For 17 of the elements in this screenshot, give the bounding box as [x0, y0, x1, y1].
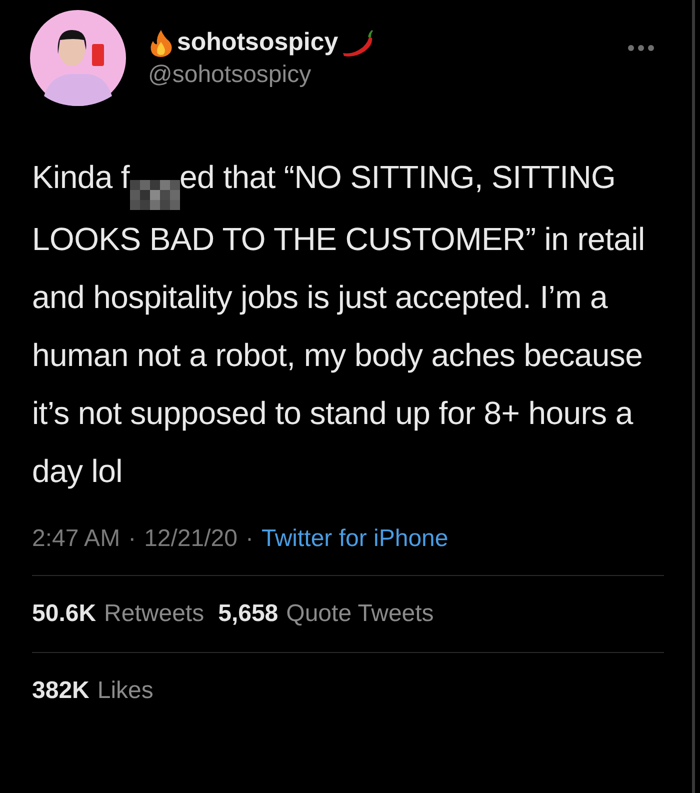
stat-count[interactable]: 50.6K	[32, 600, 96, 628]
user-handle[interactable]: @sohotsospicy	[148, 61, 606, 89]
stat-label[interactable]: Quote Tweets	[286, 600, 434, 628]
separator-dot: ·	[245, 525, 254, 553]
separator-dot: ·	[128, 525, 136, 553]
more-options-icon[interactable]	[628, 44, 654, 52]
stat-label[interactable]: Retweets	[104, 600, 204, 628]
display-name[interactable]: sohotsospicy	[177, 28, 338, 57]
tweet-text: Kinda f ed that “NO SITTING, SITTING LOOKS BAD TO THE CUSTOMER” in retail and hospitality jobs is just accepted. I’m a human not a robot, my body aches because it’s not supposed to stand up for 8+ hours a day lol	[32, 158, 646, 491]
tweet-date: 12/21/20	[144, 525, 238, 553]
chili-pepper-icon	[341, 28, 376, 56]
source-link[interactable]: Twitter for iPhone	[261, 525, 448, 553]
stat-count[interactable]: 5,658	[218, 600, 278, 628]
likes-label[interactable]: Likes	[97, 677, 154, 705]
flame-icon	[148, 28, 174, 56]
tweet-time: 2:47 AM	[32, 525, 120, 553]
likes-count[interactable]: 382K	[32, 677, 90, 705]
